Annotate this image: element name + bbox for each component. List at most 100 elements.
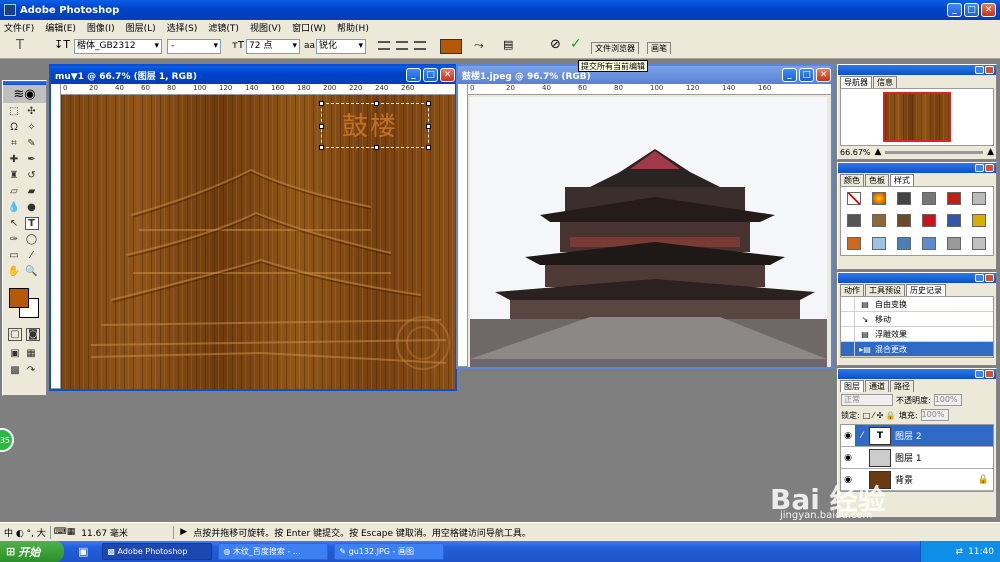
gradient-icon[interactable]: ▰ — [25, 185, 39, 198]
move-icon[interactable]: ✣ — [25, 105, 39, 118]
handle[interactable] — [374, 145, 379, 150]
eye-icon[interactable]: ◉ — [841, 453, 855, 463]
eraser-icon[interactable]: ▱ — [7, 185, 21, 198]
style-swatch[interactable] — [972, 236, 986, 250]
fullscreen-mode-icon[interactable]: ▩ — [8, 364, 22, 377]
handle[interactable] — [426, 124, 431, 129]
doc2-maximize-icon[interactable]: □ — [799, 68, 814, 82]
doc1-title-bar[interactable]: mu▼1 @ 66.7% (图层 1, RGB) _ □ ✕ — [51, 66, 455, 84]
doc2-canvas[interactable] — [470, 97, 827, 367]
cancel-edit-icon[interactable]: ⊘ — [550, 37, 561, 52]
style-swatch[interactable] — [897, 236, 911, 250]
align-center-icon[interactable] — [396, 41, 408, 50]
brush-link-icon[interactable]: ⁄ — [855, 431, 869, 441]
clock[interactable]: 11:40 — [968, 547, 994, 557]
text-color-swatch[interactable] — [440, 39, 462, 54]
menu-layer[interactable]: 图层(L) — [126, 21, 156, 34]
task-photoshop[interactable]: ▩ Adobe Photoshop — [102, 543, 213, 560]
imageready-icon[interactable]: ↷ — [24, 364, 38, 377]
task-paint[interactable]: ✎ gu132.JPG - 画图 — [334, 543, 445, 560]
tab-file-browser[interactable]: 文件浏览器 — [591, 42, 639, 54]
document-window-1[interactable]: mu▼1 @ 66.7% (图层 1, RGB) _ □ ✕ 0 20 40 6… — [49, 64, 457, 391]
style-none[interactable] — [847, 192, 861, 205]
style-swatch[interactable] — [897, 192, 911, 205]
font-style-select[interactable]: - ▾ — [167, 39, 221, 54]
tab-layers[interactable]: 图层 — [840, 380, 864, 392]
history-item-selected[interactable]: ▸▤ 混合更改 — [841, 342, 993, 357]
zoom-in-icon[interactable]: ▲ — [987, 147, 994, 157]
type-tool-icon[interactable]: T — [16, 38, 24, 53]
path-select-icon[interactable]: ↖ — [7, 217, 21, 230]
orientation-icon[interactable]: ↧T — [54, 38, 70, 51]
doc1-vertical-ruler[interactable] — [51, 84, 61, 389]
blend-mode-select[interactable]: 正常 — [841, 394, 893, 406]
handle[interactable] — [319, 124, 324, 129]
crop-icon[interactable]: ⌗ — [7, 137, 21, 150]
screen-mode-full-icon[interactable]: ▦ — [24, 347, 38, 360]
style-swatch[interactable] — [847, 236, 861, 250]
restore-icon[interactable]: □ — [964, 3, 979, 17]
menu-window[interactable]: 窗口(W) — [292, 21, 326, 34]
foreground-color-swatch[interactable] — [9, 288, 29, 308]
fill-input[interactable]: 100% — [920, 409, 949, 421]
slice-icon[interactable]: ✎ — [25, 137, 39, 150]
history-brush-icon[interactable]: ↺ — [25, 169, 39, 182]
zoom-icon[interactable]: 🔍 — [25, 265, 39, 278]
menu-filter[interactable]: 滤镜(T) — [208, 21, 239, 34]
style-swatch[interactable] — [947, 192, 961, 205]
menu-help[interactable]: 帮助(H) — [337, 21, 369, 34]
lasso-icon[interactable]: ᘯ — [7, 121, 21, 134]
doc1-minimize-icon[interactable]: _ — [406, 68, 421, 82]
doc1-maximize-icon[interactable]: □ — [423, 68, 438, 82]
tab-history[interactable]: 历史记录 — [906, 284, 946, 296]
zoom-out-icon[interactable]: ▲ — [875, 147, 882, 157]
standard-mode-icon[interactable]: ▢ — [8, 328, 22, 341]
network-icon[interactable]: ⇄ — [956, 547, 964, 557]
side-badge[interactable]: 35 — [0, 428, 14, 452]
screen-mode-standard-icon[interactable]: ▣ — [8, 347, 22, 360]
doc2-vertical-ruler[interactable] — [458, 84, 468, 367]
text-transform-box[interactable]: 鼓楼 — [319, 101, 431, 150]
menu-image[interactable]: 图像(I) — [87, 21, 115, 34]
marquee-icon[interactable]: ⬚ — [7, 105, 21, 118]
ime-indicator[interactable]: 中 ◐ °, 大 — [0, 525, 51, 539]
nav-minimize-icon[interactable] — [975, 66, 984, 74]
start-button[interactable]: ⊞ 开始 — [0, 541, 64, 562]
style-swatch[interactable] — [847, 214, 861, 228]
tab-navigator[interactable]: 导航器 — [840, 76, 872, 88]
tab-styles[interactable]: 样式 — [890, 174, 914, 186]
lock-icons[interactable]: □ ⁄ ✣ 🔒 — [863, 411, 896, 420]
notes-icon[interactable]: ▭ — [7, 249, 21, 262]
doc2-horizontal-ruler[interactable]: 0 20 40 60 80 100 120 140 160 — [468, 84, 831, 95]
menu-edit[interactable]: 编辑(E) — [45, 21, 76, 34]
shape-icon[interactable]: ◯ — [25, 233, 39, 246]
doc2-close-icon[interactable]: ✕ — [816, 68, 831, 82]
document-window-2[interactable]: 鼓楼1.jpeg @ 96.7% (RGB) _ □ ✕ 0 20 40 60 … — [456, 64, 833, 369]
handle[interactable] — [319, 101, 324, 106]
style-swatch[interactable] — [872, 192, 886, 205]
antialias-select[interactable]: 锐化 ▾ — [316, 39, 366, 54]
tab-color[interactable]: 颜色 — [840, 174, 864, 186]
task-browser[interactable]: ◍ 木纹_百度搜索 - ... — [218, 543, 329, 560]
pen-icon[interactable]: ✑ — [7, 233, 21, 246]
close-icon[interactable]: ✕ — [981, 3, 996, 17]
status-arrow-icon[interactable]: ▶ — [174, 527, 193, 537]
quick-mask-icon[interactable]: ◙ — [26, 328, 40, 341]
zoom-slider[interactable] — [885, 150, 984, 154]
history-item[interactable]: ↘ 移动 — [841, 312, 993, 327]
doc2-minimize-icon[interactable]: _ — [782, 68, 797, 82]
type-icon[interactable]: T — [24, 217, 39, 230]
style-swatch[interactable] — [897, 214, 911, 228]
swatches-minimize-icon[interactable] — [975, 164, 984, 172]
navigator-preview[interactable] — [840, 88, 994, 146]
font-family-select[interactable]: 楷体_GB2312 ▾ — [74, 39, 162, 54]
eyedropper-icon[interactable]: ⁄ — [25, 249, 39, 262]
menu-file[interactable]: 文件(F) — [4, 21, 34, 34]
history-minimize-icon[interactable] — [975, 274, 984, 282]
palettes-icon[interactable]: ▤ — [503, 38, 513, 51]
dodge-icon[interactable]: ● — [25, 201, 39, 214]
font-size-select[interactable]: 72 点 ▾ — [246, 39, 300, 54]
menu-select[interactable]: 选择(S) — [167, 21, 198, 34]
hand-icon[interactable]: ✋ — [7, 265, 21, 278]
tab-tool-presets[interactable]: 工具预设 — [865, 284, 905, 296]
